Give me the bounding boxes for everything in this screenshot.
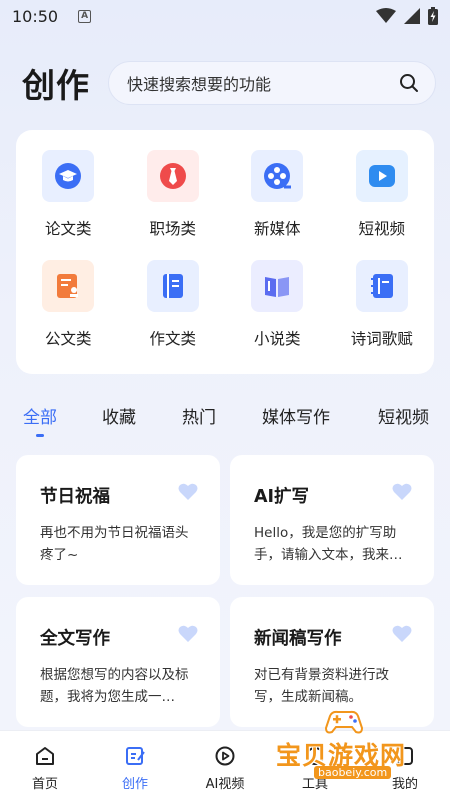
tie-icon <box>146 150 199 202</box>
status-bar: 10:50 A <box>0 0 450 32</box>
signal-icon <box>404 8 420 24</box>
nav-ai-video[interactable]: AI视频 <box>180 731 270 800</box>
heart-icon[interactable] <box>392 625 412 643</box>
wifi-icon <box>376 8 396 23</box>
tab-hot[interactable]: 热门 <box>182 403 216 428</box>
category-label: 公文类 <box>44 330 92 348</box>
open-book-icon <box>251 260 304 312</box>
search-bar[interactable]: 快速搜索想要的功能 <box>108 61 436 105</box>
search-icon[interactable] <box>399 73 419 93</box>
category-short-video[interactable]: 短视频 <box>330 150 435 260</box>
play-icon <box>355 150 408 202</box>
page-title: 创作 <box>22 66 90 105</box>
document-stamp-icon <box>42 260 95 312</box>
category-workplace[interactable]: 职场类 <box>121 150 226 260</box>
edit-icon <box>126 747 145 765</box>
category-label: 短视频 <box>358 220 405 238</box>
category-grid: 论文类 职场类 新媒体 短视频 公文类 作文类 小说类 诗词歌赋 <box>16 130 434 374</box>
feature-description: 对已有背景资料进行改写，生成新闻稿。 <box>254 667 389 705</box>
category-novel[interactable]: 小说类 <box>225 260 330 370</box>
feature-title: AI扩写 <box>254 487 310 507</box>
play-circle-icon <box>215 746 235 766</box>
category-paper[interactable]: 论文类 <box>16 150 121 260</box>
status-time: 10:50 <box>12 6 59 26</box>
feature-title: 节日祝福 <box>40 487 110 507</box>
feature-description: 根据您想写的内容以及标题，我将为您生成一… <box>40 667 189 705</box>
category-label: 新媒体 <box>253 220 301 238</box>
feature-card[interactable]: 节日祝福 再也不用为节日祝福语头疼了~ <box>16 455 220 585</box>
category-poetry[interactable]: 诗词歌赋 <box>330 260 435 370</box>
notification-app-icon: A <box>78 9 92 23</box>
header: 创作 快速搜索想要的功能 <box>22 60 436 106</box>
feature-description: Hello，我是您的扩写助手，请输入文本，我来… <box>254 525 403 563</box>
category-tabs: 全部 收藏 热门 媒体写作 短视频 <box>0 403 450 443</box>
nav-home[interactable]: 首页 <box>0 731 90 800</box>
category-label: 作文类 <box>149 330 196 348</box>
category-label: 职场类 <box>149 220 196 238</box>
category-official-doc[interactable]: 公文类 <box>16 260 121 370</box>
tab-media-writing[interactable]: 媒体写作 <box>262 403 330 428</box>
heart-icon[interactable] <box>392 483 412 501</box>
graduation-cap-icon <box>42 150 95 202</box>
notebook-icon <box>146 260 199 312</box>
nav-label: 首页 <box>31 777 58 792</box>
feature-title: 全文写作 <box>40 629 110 649</box>
tab-indicator <box>36 434 44 437</box>
feature-card[interactable]: 全文写作 根据您想写的内容以及标题，我将为您生成一… <box>16 597 220 727</box>
tab-short-video[interactable]: 短视频 <box>378 403 429 428</box>
feature-card[interactable]: AI扩写 Hello，我是您的扩写助手，请输入文本，我来… <box>230 455 434 585</box>
gamepad-icon <box>324 710 364 734</box>
category-essay[interactable]: 作文类 <box>121 260 226 370</box>
nav-label: 创作 <box>121 777 148 792</box>
nav-label: AI视频 <box>205 777 245 792</box>
category-new-media[interactable]: 新媒体 <box>225 150 330 260</box>
heart-icon[interactable] <box>178 483 198 501</box>
category-label: 论文类 <box>44 220 92 238</box>
tab-all[interactable]: 全部 <box>23 403 57 428</box>
home-icon <box>36 747 54 765</box>
feature-title: 新闻稿写作 <box>254 629 342 649</box>
heart-icon[interactable] <box>178 625 198 643</box>
category-label: 诗词歌赋 <box>350 330 413 348</box>
watermark: 宝贝游戏网 baobeiy.com <box>272 708 432 782</box>
feature-description: 再也不用为节日祝福语头疼了~ <box>40 525 189 563</box>
spiral-notebook-icon <box>355 260 408 312</box>
tab-favorites[interactable]: 收藏 <box>102 403 136 428</box>
search-input[interactable]: 快速搜索想要的功能 <box>127 71 399 95</box>
nav-create[interactable]: 创作 <box>90 731 180 800</box>
battery-icon <box>428 7 438 25</box>
film-reel-icon <box>251 150 304 202</box>
watermark-url: baobeiy.com <box>314 766 392 779</box>
category-label: 小说类 <box>253 330 301 348</box>
